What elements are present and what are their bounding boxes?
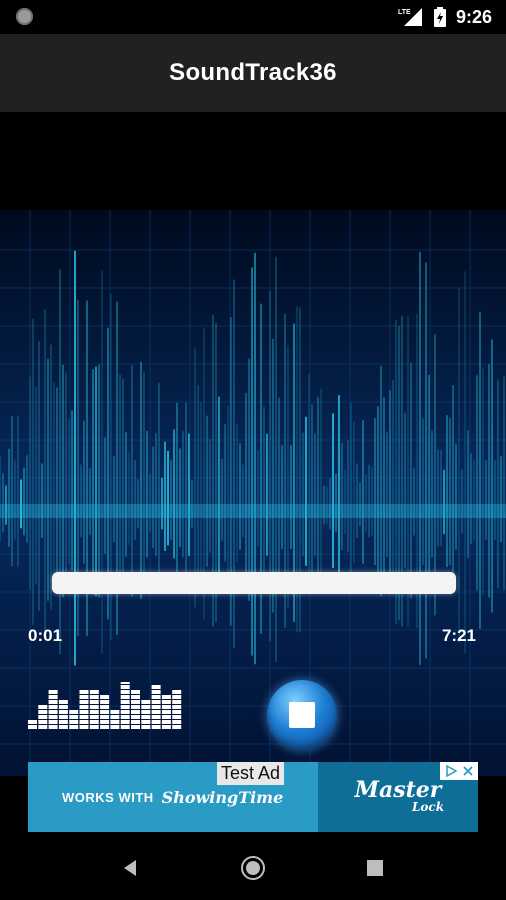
status-icons: LTE 9:26 [398, 6, 492, 28]
battery-icon [433, 7, 446, 27]
lte-signal-icon: LTE [398, 8, 422, 26]
status-bar: LTE 9:26 [0, 0, 506, 34]
ad-works-with: WORKS WITH [62, 789, 154, 805]
ad-choices-play-icon [445, 764, 458, 778]
stop-button[interactable] [267, 680, 337, 750]
status-time: 9:26 [455, 6, 492, 27]
ad-close-icon[interactable] [461, 764, 475, 778]
recents-button[interactable] [355, 848, 395, 888]
back-icon [124, 860, 136, 876]
ad-partner-logo: ShowingTime [161, 787, 284, 807]
ad-brand-bottom: Lock [411, 800, 445, 814]
navigation-bar [0, 836, 506, 900]
notification-icon [16, 8, 33, 25]
progress-bar[interactable] [52, 572, 456, 594]
ad-choices-icon[interactable] [440, 762, 478, 780]
home-icon [241, 856, 265, 880]
app-title: SoundTrack36 [169, 59, 337, 86]
current-time: 0:01 [28, 626, 63, 645]
ad-brand-top: Master [354, 777, 442, 803]
total-time: 7:21 [441, 626, 476, 645]
player-screen: 0:01 7:21 WORKS WITH ShowingTime Master … [0, 112, 506, 836]
home-button[interactable] [233, 848, 273, 888]
app-bar: SoundTrack36 [0, 34, 506, 112]
equalizer-icon[interactable] [28, 682, 184, 730]
ad-banner[interactable]: WORKS WITH ShowingTime Master Lock Test … [28, 762, 478, 832]
back-button[interactable] [111, 848, 151, 888]
stop-icon [289, 702, 315, 728]
svg-text:LTE: LTE [398, 9, 411, 16]
test-ad-label: Test Ad [217, 762, 285, 785]
recents-icon [367, 860, 383, 876]
